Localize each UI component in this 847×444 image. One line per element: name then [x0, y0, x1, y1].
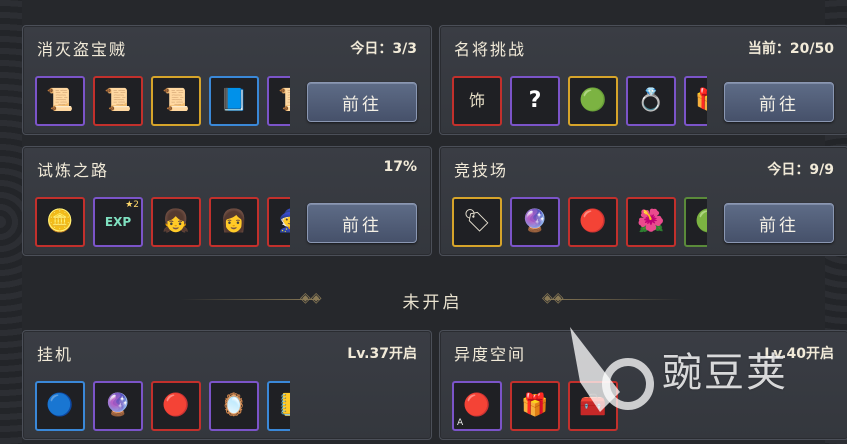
- panel-title: 名将挑战: [454, 40, 527, 59]
- reward-slot[interactable]: EXP ★2: [93, 197, 143, 247]
- reward-slot[interactable]: 🎁: [684, 76, 707, 126]
- go-button[interactable]: 前往: [724, 203, 834, 243]
- panel-arena: 竞技场 今日：9/9 🏷 🔮 🔴 🌺 🟢 前往: [439, 146, 847, 256]
- reward-slot[interactable]: 📜: [267, 76, 290, 126]
- reward-slot[interactable]: ?: [510, 76, 560, 126]
- green-orb-icon: 🟢: [695, 211, 707, 233]
- scroll-tag-icon: 🏷: [463, 209, 491, 234]
- reward-slot[interactable]: 📜: [35, 76, 85, 126]
- reward-slot[interactable]: 📘: [209, 76, 259, 126]
- blue-orb-icon: 🔵: [46, 393, 74, 418]
- left-border-decoration: [0, 0, 22, 444]
- reward-list: 饰? 🟢 💍 🎁: [452, 76, 707, 128]
- ornament-badge-icon: 饰: [468, 91, 485, 110]
- wandoujia-watermark: 豌豆荚: [560, 322, 830, 422]
- wandoujia-logo-icon: [570, 327, 654, 412]
- reward-list: 📜 📜 📜 📘 📜: [35, 76, 290, 128]
- reward-list: 🪙 EXP ★2 👧 👩 🧙: [35, 197, 290, 249]
- purple-scroll-icon: 📜: [46, 88, 74, 113]
- hero-portrait-icon: 👩: [220, 209, 248, 234]
- panel-status: 今日：3/3: [350, 41, 417, 57]
- reward-slot[interactable]: 🪞: [209, 381, 259, 431]
- silver-ring-icon: 💍: [637, 88, 665, 113]
- reward-slot[interactable]: 📜: [151, 76, 201, 126]
- reward-slot[interactable]: 📒: [267, 381, 290, 431]
- panel-general-challenge: 名将挑战 当前：20/50 饰? 🟢 💍 🎁 前往: [439, 25, 847, 135]
- reward-slot[interactable]: 💍: [626, 76, 676, 126]
- red-orb-icon: 🔴: [162, 393, 190, 418]
- panel-title: 挂机: [37, 345, 74, 364]
- watermark-text: 豌豆荚: [662, 350, 788, 396]
- gold-coin-icon: 🪙: [46, 209, 74, 234]
- reward-slot[interactable]: 🌺: [626, 197, 676, 247]
- reward-slot[interactable]: 👩: [209, 197, 259, 247]
- hero-portrait-icon: 🧙: [278, 211, 290, 233]
- gold-book-icon: 📒: [278, 395, 290, 417]
- panel-title: 试炼之路: [37, 161, 110, 180]
- reward-slot[interactable]: 🟢: [684, 197, 707, 247]
- reward-slot[interactable]: 👧: [151, 197, 201, 247]
- blue-scroll-icon: 📘: [220, 88, 248, 113]
- reward-slot[interactable]: 🔴: [151, 381, 201, 431]
- reward-slot[interactable]: 🔮: [93, 381, 143, 431]
- reward-slot[interactable]: 🔮: [510, 197, 560, 247]
- star-badge: ★2: [125, 200, 139, 210]
- corner-label: A: [457, 418, 464, 428]
- panel-eliminate-thieves: 消灭盗宝贼 今日：3/3 📜 📜 📜 📘 📜 前往: [22, 25, 432, 135]
- divider-ornament-left-icon: ◈◈: [300, 290, 322, 306]
- reward-slot[interactable]: 🎁: [510, 381, 560, 431]
- go-button[interactable]: 前往: [724, 82, 834, 122]
- mystery-question-icon: ?: [528, 88, 542, 113]
- mystery-mirror-icon: 🪞: [220, 393, 248, 418]
- panel-trial-road: 试炼之路 17% 🪙 EXP ★2 👧 👩 🧙 前往: [22, 146, 432, 256]
- divider-line-right: [545, 299, 685, 300]
- panel-title: 异度空间: [454, 345, 527, 364]
- exp-book-icon: EXP: [104, 215, 132, 229]
- panel-status: 17%: [383, 159, 417, 175]
- reward-slot[interactable]: 🪙: [35, 197, 85, 247]
- reward-list: 🏷 🔮 🔴 🌺 🟢: [452, 197, 707, 249]
- divider-ornament-right-icon: ◈◈: [542, 290, 564, 306]
- panel-status: 今日：9/9: [767, 162, 834, 178]
- red-orb-icon: 🔴: [579, 209, 607, 234]
- divider-line-left: [180, 299, 320, 300]
- gold-scroll-icon: 📜: [162, 88, 190, 113]
- go-button[interactable]: 前往: [307, 203, 417, 243]
- panel-idle: 挂机 Lv.37开启 🔵 🔮 🔴 🪞 📒: [22, 330, 432, 440]
- reward-slot[interactable]: 📜: [93, 76, 143, 126]
- reward-slot[interactable]: 🟢: [568, 76, 618, 126]
- reward-slot[interactable]: 🧙: [267, 197, 290, 247]
- panel-status: Lv.37开启: [347, 346, 417, 362]
- purple-scroll-icon: 📜: [278, 90, 290, 112]
- reward-slot[interactable]: 🔴 A: [452, 381, 502, 431]
- hero-portrait-icon: 👧: [162, 209, 190, 234]
- purple-orb-icon: 🔮: [104, 393, 132, 418]
- panel-title: 消灭盗宝贼: [37, 40, 128, 59]
- jade-chest-icon: 🎁: [521, 393, 549, 418]
- reward-slot[interactable]: 🔵: [35, 381, 85, 431]
- locked-section-divider: ◈◈ 未开启 ◈◈: [180, 286, 685, 314]
- treasure-chest-icon: 🎁: [695, 90, 707, 112]
- panel-title: 竞技场: [454, 161, 509, 180]
- panel-status: 当前：20/50: [747, 41, 834, 57]
- divider-label: 未开启: [402, 292, 463, 313]
- red-orb-stand-icon: 🔴: [463, 393, 491, 418]
- go-button[interactable]: 前往: [307, 82, 417, 122]
- reward-slot[interactable]: 🔴: [568, 197, 618, 247]
- red-scroll-icon: 📜: [104, 88, 132, 113]
- reward-list: 🔵 🔮 🔴 🪞 📒: [35, 381, 290, 433]
- jade-pendant-icon: 🟢: [579, 88, 607, 113]
- red-flower-icon: 🌺: [637, 209, 665, 234]
- purple-orb-icon: 🔮: [521, 209, 549, 234]
- reward-slot[interactable]: 🏷: [452, 197, 502, 247]
- reward-slot[interactable]: 饰: [452, 76, 502, 126]
